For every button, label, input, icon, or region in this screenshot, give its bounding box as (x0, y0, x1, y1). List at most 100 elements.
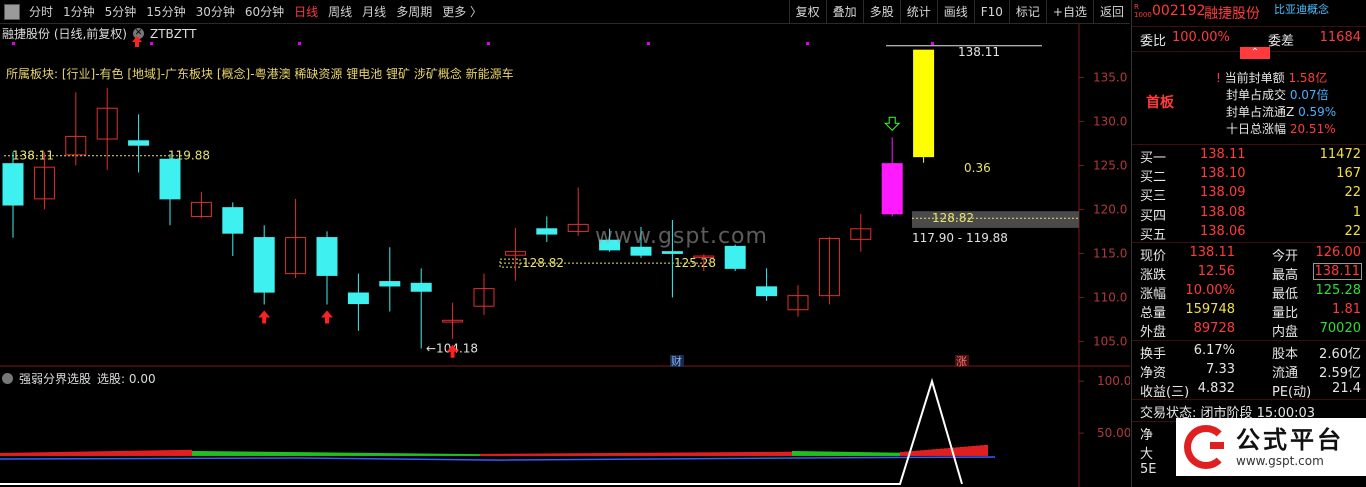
candle-body[interactable] (128, 140, 150, 146)
histogram-bar (600, 453, 604, 456)
close-subchart-icon[interactable] (2, 373, 13, 384)
period-tab-0[interactable]: 分时 (24, 0, 58, 24)
histogram-bar (140, 450, 144, 456)
histogram-bar (736, 452, 740, 456)
down-arrow-icon (883, 116, 901, 131)
histogram-bar (892, 452, 896, 456)
price-axis-label: 110.0 (1093, 290, 1127, 304)
histogram-bar (940, 448, 944, 456)
histogram-bar (28, 452, 32, 456)
histogram-bar (368, 452, 372, 456)
candle-body[interactable] (756, 286, 778, 297)
histogram-bar (852, 451, 856, 456)
period-tab-1[interactable]: 1分钟 (58, 0, 100, 24)
tool-button-3[interactable]: 统计 (899, 0, 937, 24)
histogram-bar (168, 450, 172, 456)
histogram-bar (872, 452, 876, 456)
subchart-header: 强弱分界选股 选股: 0.00 (2, 370, 156, 387)
histogram-bar (516, 453, 520, 456)
histogram-bar (912, 450, 916, 456)
histogram-bar (252, 451, 256, 456)
histogram-bar (212, 451, 216, 456)
period-tab-8[interactable]: 月线 (357, 0, 391, 24)
candle-body[interactable] (913, 49, 935, 158)
histogram-bar (572, 453, 576, 456)
candle-body[interactable] (347, 292, 369, 305)
histogram-bar (468, 454, 472, 456)
period-tab-4[interactable]: 30分钟 (191, 0, 240, 24)
histogram-bar (60, 451, 64, 456)
expand-icon[interactable]: ⌃ (1240, 47, 1270, 59)
histogram-bar (308, 452, 312, 456)
watermark: www.gspt.com (595, 224, 768, 249)
period-tab-7[interactable]: 周线 (323, 0, 357, 24)
histogram-bar (208, 451, 212, 456)
histogram-bar (348, 452, 352, 456)
histogram-bar (240, 451, 244, 456)
tool-button-2[interactable]: 多股 (862, 0, 900, 24)
histogram-bar (876, 452, 880, 456)
histogram-bar (576, 453, 580, 456)
top-label: 138.11 (958, 45, 1000, 59)
candle-body[interactable] (316, 237, 338, 276)
stock-code: 002192 (1152, 3, 1206, 19)
histogram-bar (160, 450, 164, 456)
histogram-bar (148, 450, 152, 456)
candle-body[interactable] (253, 237, 275, 293)
histogram-bar (628, 452, 632, 456)
signal-marker (12, 42, 15, 45)
histogram-bar (964, 446, 968, 456)
histogram-bar (580, 453, 584, 456)
price-axis-label: 120.0 (1093, 202, 1127, 216)
seal-amount-row: ! 当前封单额 1.58亿 (1216, 71, 1328, 85)
histogram-bar (856, 452, 860, 456)
histogram-bar (108, 451, 112, 456)
candle-body[interactable] (159, 158, 181, 200)
tool-button-1[interactable]: 叠加 (825, 0, 863, 24)
histogram-bar (260, 451, 264, 456)
histogram-bar (44, 452, 48, 456)
histogram-bar (72, 451, 76, 456)
period-tab-3[interactable]: 15分钟 (141, 0, 190, 24)
histogram-bar (492, 453, 496, 456)
histogram-bar (328, 452, 332, 456)
period-tab-2[interactable]: 5分钟 (100, 0, 142, 24)
candle-body[interactable] (881, 163, 903, 215)
tool-button-6[interactable]: 标记 (1008, 0, 1046, 24)
candle-body[interactable] (724, 245, 746, 269)
tool-button-0[interactable]: 复权 (788, 0, 826, 24)
histogram-bar (676, 452, 680, 456)
period-tab-5[interactable]: 60分钟 (240, 0, 289, 24)
ref-label-left-price: 138.11 (12, 149, 54, 163)
histogram-bar (36, 452, 40, 456)
candlestick-chart[interactable]: 135.0 130.0 125.0 120.0 115.0 110.0 105.0 138.1… (0, 24, 1130, 487)
candle-body[interactable] (222, 207, 244, 234)
signal-marker (298, 42, 301, 45)
candle-body[interactable] (536, 228, 558, 235)
histogram-bar (432, 453, 436, 456)
candle-body[interactable] (410, 282, 432, 292)
up-arrow-icon (258, 310, 271, 324)
tool-button-7[interactable]: +自选 (1045, 0, 1093, 24)
histogram-bar (884, 452, 888, 456)
tool-button-4[interactable]: 画线 (936, 0, 974, 24)
concept-tag[interactable]: 比亚迪概念 (1274, 1, 1329, 17)
histogram-bar (464, 453, 468, 456)
histogram-bar (584, 453, 588, 456)
fund-row-2: 收益(三) 4.832 PE(动) 21.4 (1140, 381, 1361, 400)
histogram-bar (76, 451, 80, 456)
histogram-bar (88, 451, 92, 456)
histogram-bar (80, 451, 84, 456)
candle-body[interactable] (2, 163, 24, 206)
candle-body[interactable] (379, 281, 401, 287)
histogram-bar (768, 451, 772, 456)
period-tab-10[interactable]: 更多 〉 (437, 0, 487, 24)
bid-row-1: 买一 138.11 11472 (1140, 147, 1361, 166)
menu-icon[interactable] (4, 3, 20, 20)
tool-button-8[interactable]: 返回 (1092, 0, 1130, 24)
candle-body[interactable] (661, 251, 683, 254)
period-tab-9[interactable]: 多周期 (391, 0, 437, 24)
histogram-bar (296, 452, 300, 456)
tool-button-5[interactable]: F10 (973, 0, 1009, 24)
period-tab-6[interactable]: 日线 (289, 0, 323, 24)
